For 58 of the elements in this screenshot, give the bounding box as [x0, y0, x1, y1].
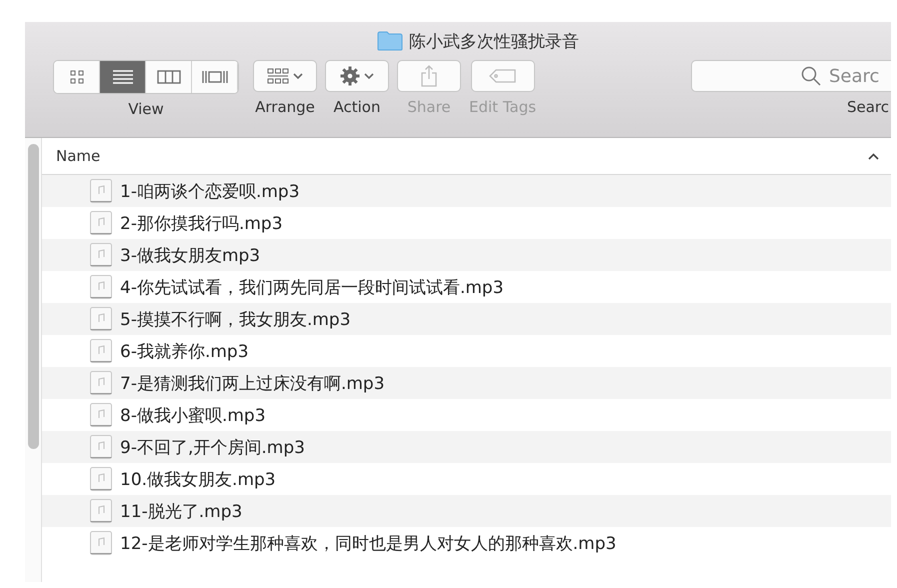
- audio-file-icon: [90, 179, 112, 203]
- audio-file-icon: [90, 435, 112, 459]
- file-name: 2-那你摸我行吗.mp3: [120, 212, 283, 234]
- view-label: View: [128, 100, 164, 118]
- file-row[interactable]: 1-咱两谈个恋爱呗.mp3: [42, 175, 891, 207]
- file-name: 11-脱光了.mp3: [120, 500, 242, 522]
- toolbar-label: Arrange: [255, 98, 315, 116]
- audio-file-icon: [90, 499, 112, 523]
- chevron-down-icon: [364, 73, 374, 79]
- tag-icon: [488, 69, 517, 83]
- audio-file-icon: [90, 307, 112, 331]
- gear-icon: [340, 66, 360, 86]
- file-row[interactable]: 5-摸摸不行啊，我女朋友.mp3: [42, 303, 891, 335]
- toolbar-label: Action: [334, 98, 380, 116]
- file-name: 8-做我小蜜呗.mp3: [120, 404, 266, 426]
- file-name: 10.做我女朋友.mp3: [120, 468, 276, 490]
- search-icon: [801, 66, 821, 86]
- file-name: 9-不回了,开个房间.mp3: [120, 436, 305, 458]
- audio-file-icon: [90, 339, 112, 363]
- toolbar-label: Share: [407, 98, 451, 116]
- file-row[interactable]: 11-脱光了.mp3: [42, 495, 891, 527]
- chevron-up-icon: [868, 152, 879, 160]
- file-name: 6-我就养你.mp3: [120, 340, 249, 362]
- file-name: 5-摸摸不行啊，我女朋友.mp3: [120, 308, 351, 330]
- search-label: Searc: [846, 98, 890, 116]
- file-name: 1-咱两谈个恋爱呗.mp3: [120, 180, 300, 202]
- toolbar-button[interactable]: [325, 60, 389, 92]
- audio-file-icon: [90, 275, 112, 299]
- file-name: 7-是猜测我们两上过床没有啊.mp3: [120, 372, 385, 394]
- audio-file-icon: [90, 403, 112, 427]
- file-row[interactable]: 9-不回了,开个房间.mp3: [42, 431, 891, 463]
- scrollbar-thumb[interactable]: [28, 144, 38, 449]
- view-mode-button[interactable]: [100, 61, 146, 93]
- file-name: 4-你先试试看，我们两先同居一段时间试试看.mp3: [120, 276, 504, 298]
- grid-icon: [70, 70, 84, 84]
- search-field[interactable]: Searc: [829, 66, 887, 86]
- arrange-grid-icon: [267, 68, 289, 84]
- name-column-label: Name: [56, 147, 100, 165]
- audio-file-icon: [90, 243, 112, 267]
- view-mode-button[interactable]: [54, 61, 100, 93]
- file-name: 12-是老师对学生那种喜欢，同时也是男人对女人的那种喜欢.mp3: [120, 532, 616, 554]
- list-icon: [112, 69, 134, 85]
- window-title: 陈小武多次性骚扰录音: [409, 30, 579, 52]
- audio-file-icon: [90, 371, 112, 395]
- gallery-icon: [202, 70, 228, 84]
- audio-file-icon: [90, 467, 112, 491]
- file-name: 3-做我女朋友mp3: [120, 244, 260, 266]
- file-row[interactable]: 3-做我女朋友mp3: [42, 239, 891, 271]
- scrollbar[interactable]: [25, 138, 42, 582]
- share-icon: [421, 65, 437, 87]
- toolbar-button[interactable]: [253, 60, 317, 92]
- chevron-down-icon: [293, 73, 303, 79]
- file-row[interactable]: 7-是猜测我们两上过床没有啊.mp3: [42, 367, 891, 399]
- audio-file-icon: [90, 211, 112, 235]
- folder-icon: [377, 31, 403, 51]
- toolbar-label: Edit Tags: [469, 98, 536, 116]
- columns-icon: [156, 70, 180, 84]
- audio-file-icon: [90, 531, 112, 555]
